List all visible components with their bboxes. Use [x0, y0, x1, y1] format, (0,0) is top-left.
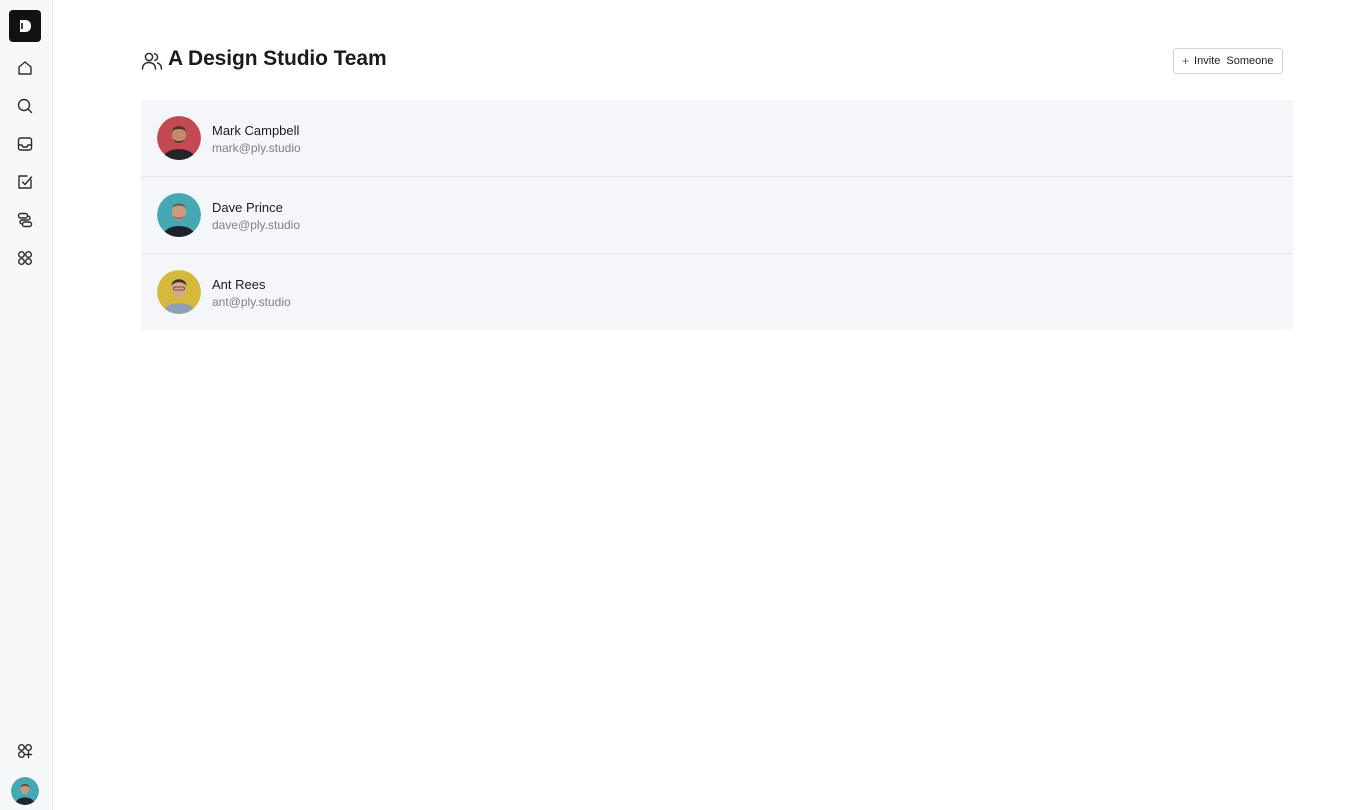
- member-avatar: [157, 116, 201, 160]
- sidebar: [0, 0, 53, 810]
- user-avatar[interactable]: [11, 777, 39, 805]
- member-avatar: [157, 193, 201, 237]
- members-list: Mark Campbell mark@ply.studio Dave Princ…: [141, 100, 1293, 330]
- member-name: Mark Campbell: [212, 123, 300, 138]
- member-email: dave@ply.studio: [212, 218, 301, 232]
- tasks-checkbox-icon[interactable]: [11, 168, 39, 196]
- member-email: ant@ply.studio: [212, 295, 291, 309]
- member-row[interactable]: Mark Campbell mark@ply.studio: [141, 100, 1293, 177]
- team-users-icon: [141, 51, 163, 71]
- inbox-icon[interactable]: [11, 130, 39, 158]
- invite-button-label: Invite Someone: [1194, 55, 1274, 67]
- member-name: Ant Rees: [212, 277, 266, 292]
- member-row[interactable]: Ant Rees ant@ply.studio: [141, 254, 1293, 330]
- member-name: Dave Prince: [212, 200, 283, 215]
- member-email: mark@ply.studio: [212, 141, 301, 155]
- page-title: A Design Studio Team: [168, 47, 387, 70]
- app-window: A Design Studio Team + Invite Someone Ma…: [0, 0, 1370, 810]
- invite-someone-button[interactable]: + Invite Someone: [1173, 48, 1284, 74]
- app-logo-icon[interactable]: [9, 10, 41, 42]
- home-icon[interactable]: [11, 54, 39, 82]
- apps-grid-icon[interactable]: [11, 244, 39, 272]
- workflow-icon[interactable]: [11, 206, 39, 234]
- member-avatar: [157, 270, 201, 314]
- search-icon[interactable]: [11, 92, 39, 120]
- plus-icon: +: [1182, 54, 1190, 68]
- add-app-icon[interactable]: [11, 737, 39, 765]
- main-content: A Design Studio Team + Invite Someone Ma…: [53, 0, 1370, 810]
- member-row[interactable]: Dave Prince dave@ply.studio: [141, 177, 1293, 254]
